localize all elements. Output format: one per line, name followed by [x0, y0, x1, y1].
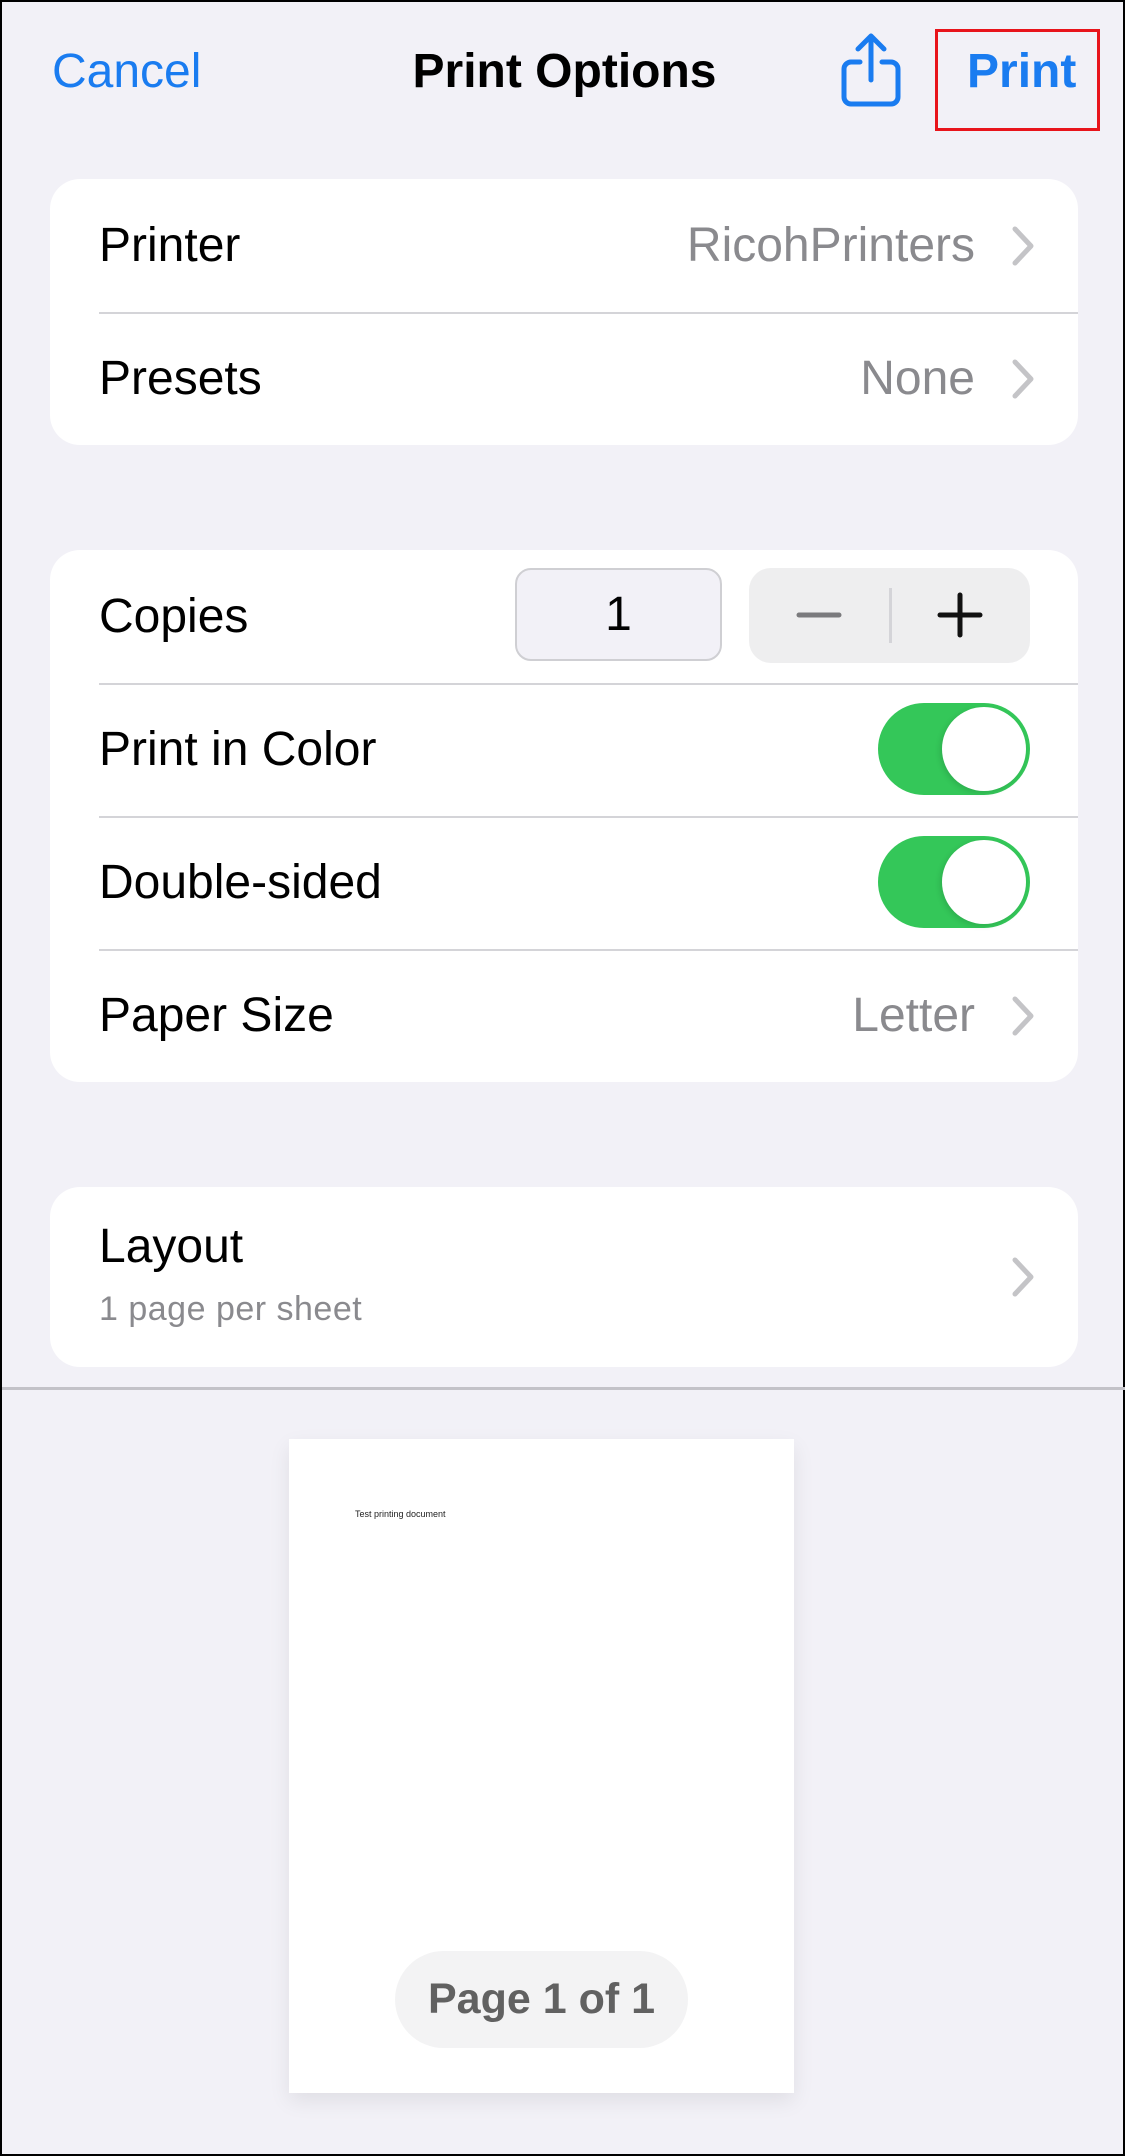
share-button[interactable] — [840, 32, 902, 108]
print-in-color-label: Print in Color — [99, 722, 377, 776]
double-sided-toggle[interactable] — [878, 836, 1030, 928]
double-sided-row: Double-sided — [50, 816, 1078, 949]
chevron-right-icon — [1012, 1257, 1034, 1297]
layout-label: Layout — [99, 1220, 244, 1273]
preview-divider — [2, 1387, 1125, 1390]
printer-value: RicohPrinters — [686, 218, 975, 272]
paper-size-value: Letter — [852, 988, 975, 1042]
chevron-right-icon — [1012, 359, 1034, 398]
toggle-knob — [942, 707, 1026, 791]
chevron-right-icon — [1012, 996, 1034, 1035]
copies-row: Copies 1 — [50, 550, 1078, 683]
presets-row[interactable]: Presets None — [50, 312, 1078, 445]
copies-input[interactable]: 1 — [515, 568, 722, 661]
cancel-button[interactable]: Cancel — [52, 42, 201, 102]
page-preview[interactable]: Test printing document Page 1 of 1 — [289, 1439, 794, 2093]
printer-row[interactable]: Printer RicohPrinters — [50, 179, 1078, 312]
printer-label: Printer — [99, 218, 241, 272]
print-in-color-toggle[interactable] — [878, 703, 1030, 795]
chevron-right-icon — [1012, 226, 1034, 265]
copies-label: Copies — [99, 589, 249, 643]
page-indicator: Page 1 of 1 — [395, 1951, 688, 2048]
paper-size-label: Paper Size — [99, 988, 334, 1042]
print-options-card: Copies 1 Print in Color Double-sided Pap… — [50, 550, 1078, 1082]
layout-row[interactable]: Layout 1 page per sheet — [50, 1187, 1078, 1367]
decrement-button[interactable] — [749, 568, 889, 663]
print-in-color-row: Print in Color — [50, 683, 1078, 816]
presets-value: None — [860, 351, 975, 405]
plus-icon — [937, 592, 983, 638]
minus-icon — [796, 612, 842, 618]
increment-button[interactable] — [890, 568, 1030, 663]
layout-value: 1 page per sheet — [99, 1290, 363, 1328]
share-icon — [841, 33, 901, 107]
print-button-highlight — [935, 29, 1100, 131]
paper-size-row[interactable]: Paper Size Letter — [50, 949, 1078, 1082]
layout-card: Layout 1 page per sheet — [50, 1187, 1078, 1367]
printer-settings-card: Printer RicohPrinters Presets None — [50, 179, 1078, 445]
toggle-knob — [942, 840, 1026, 924]
presets-label: Presets — [99, 351, 262, 405]
copies-stepper — [749, 568, 1030, 663]
double-sided-label: Double-sided — [99, 855, 382, 909]
document-text: Test printing document — [355, 1509, 446, 1519]
